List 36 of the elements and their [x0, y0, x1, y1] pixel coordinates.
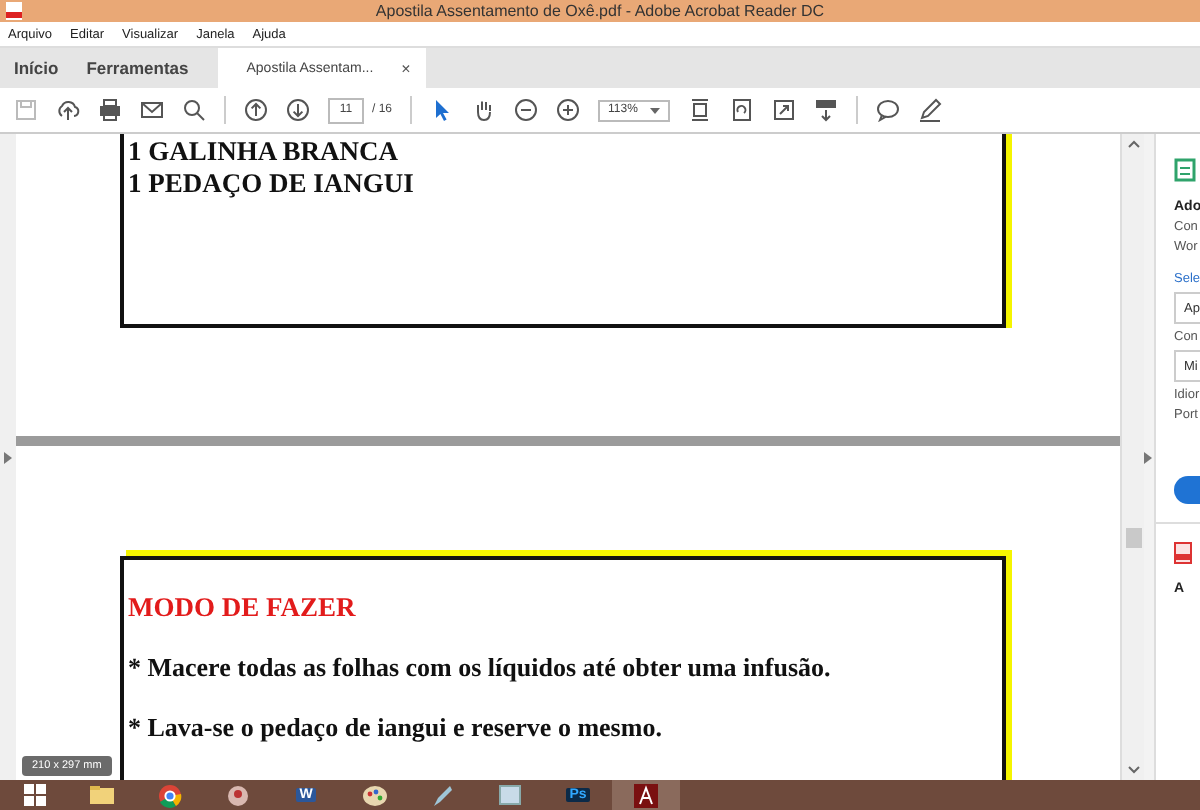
- zoom-out-icon[interactable]: [514, 98, 539, 122]
- scrollbar-thumb[interactable]: [1125, 528, 1141, 548]
- nav-tab[interactable]: Ferramentas: [72, 48, 203, 88]
- comment-icon[interactable]: [876, 98, 901, 122]
- ingredient-line: 1 GALINHA BRANCA: [128, 136, 401, 168]
- scrollbar[interactable]: [1120, 134, 1144, 780]
- acrobat-icon[interactable]: [612, 780, 680, 810]
- search-icon[interactable]: [182, 98, 206, 122]
- down-arrow-icon[interactable]: [286, 98, 310, 122]
- print-icon[interactable]: [98, 98, 122, 122]
- section-heading: MODO DE FAZER: [128, 592, 358, 624]
- caret-icon: [650, 107, 661, 113]
- instruction-line: * Macere todas as folhas com os líquidos até obter uma infusão.: [128, 652, 833, 684]
- instruction-line: * Lava-se o pedaço de iangui e reserve o mesmo.: [128, 712, 664, 744]
- expand-arrow-icon[interactable]: [4, 451, 12, 463]
- scroll-up-icon[interactable]: [1127, 140, 1139, 148]
- pointer-icon[interactable]: [430, 98, 455, 122]
- fit-page-icon[interactable]: [688, 98, 713, 122]
- fullscreen-icon[interactable]: [772, 98, 797, 122]
- ingredient-line: 1 PEDAÇO DE IANGUI: [128, 168, 416, 200]
- mail-icon[interactable]: [140, 98, 164, 122]
- hand-icon[interactable]: [472, 98, 497, 122]
- document-icon: [1174, 158, 1196, 182]
- pdf-icon: [1174, 542, 1192, 564]
- panel-button[interactable]: [1174, 476, 1200, 504]
- cloud-upload-icon[interactable]: [56, 98, 80, 122]
- up-arrow-icon[interactable]: [244, 98, 268, 122]
- rotate-page-icon[interactable]: [730, 98, 755, 122]
- scroll-down-icon[interactable]: [1127, 766, 1139, 774]
- window-title: Apostila Assentamento de Oxê.pdf - Adobe Acrobat Reader DC: [375, 2, 825, 20]
- nav-tab[interactable]: Início: [0, 48, 73, 88]
- pen-icon[interactable]: [918, 98, 943, 122]
- close-icon[interactable]: ×: [401, 59, 411, 77]
- expand-arrow-icon[interactable]: [1144, 451, 1152, 463]
- zoom-in-icon[interactable]: [556, 98, 581, 122]
- scroll-mode-icon[interactable]: [814, 98, 839, 122]
